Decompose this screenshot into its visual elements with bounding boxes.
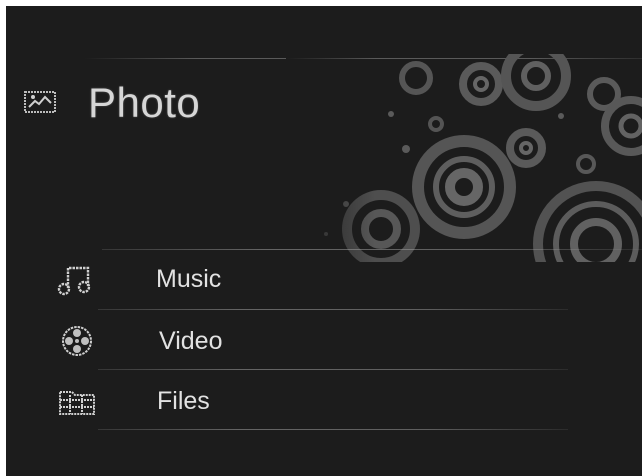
row-divider <box>98 309 568 310</box>
menu-item-music[interactable]: Music <box>6 252 642 310</box>
film-reel-icon <box>62 326 92 356</box>
folder-icon <box>59 391 95 415</box>
header-divider <box>102 249 642 250</box>
page-title: Photo <box>88 79 201 126</box>
menu-item-files[interactable]: Files <box>6 372 642 430</box>
decorative-circles <box>286 54 642 262</box>
menu-item-label: Music <box>156 265 222 293</box>
menu-item-label: Video <box>159 327 223 355</box>
media-menu-screen: Photo Music Video Files <box>6 6 642 476</box>
music-note-icon <box>57 266 91 296</box>
menu-item-video[interactable]: Video <box>6 312 642 370</box>
row-divider <box>98 369 568 370</box>
photo-icon <box>24 91 56 113</box>
menu-item-label: Files <box>157 387 210 415</box>
row-divider <box>98 429 568 430</box>
